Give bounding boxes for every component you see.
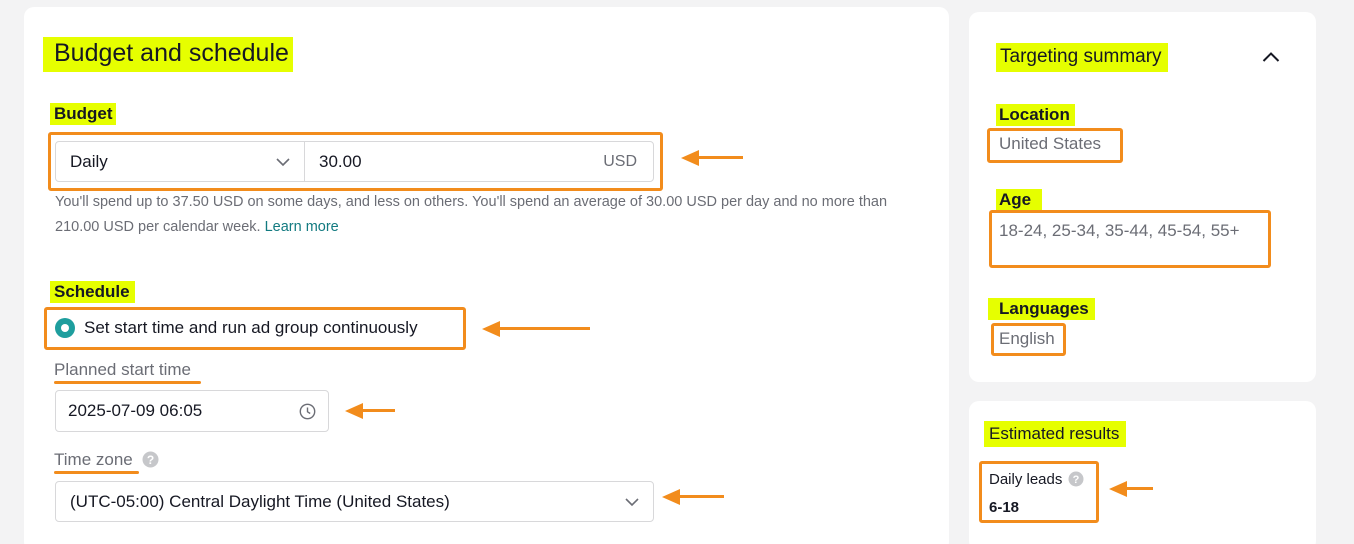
arrow-left-icon [482,321,590,337]
budget-label: Budget [50,103,116,125]
timezone-select[interactable]: (UTC-05:00) Central Daylight Time (Unite… [55,481,654,522]
clock-icon[interactable] [299,403,316,420]
languages-annotation-box [991,323,1066,356]
arrow-left-icon [681,150,743,166]
languages-label: Languages [988,298,1095,320]
arrow-left-icon [662,489,724,505]
budget-note: You'll spend up to 37.50 USD on some day… [55,194,888,235]
planned-start-input[interactable]: 2025-07-09 06:05 [55,390,329,432]
age-annotation-box [989,210,1271,268]
chevron-down-icon [625,498,639,507]
timezone-label: Time zone [54,450,133,469]
help-icon[interactable]: ? [142,451,159,468]
location-annotation-box [987,128,1123,163]
timezone-value: (UTC-05:00) Central Daylight Time (Unite… [70,491,450,511]
timezone-underline [54,471,139,474]
location-label: Location [996,104,1075,126]
planned-start-value: 2025-07-09 06:05 [68,401,203,420]
planned-start-label: Planned start time [54,360,192,379]
arrow-left-icon [345,403,395,419]
budget-annotation-box [48,132,663,191]
schedule-label: Schedule [50,281,135,303]
schedule-annotation-box [44,307,466,350]
chevron-up-icon[interactable] [1262,51,1280,63]
arrow-left-icon [1109,481,1153,497]
estimated-results-title: Estimated results [984,421,1127,447]
budget-schedule-card [24,7,949,544]
planned-start-underline [54,381,201,384]
budget-schedule-title: Budget and schedule [43,37,293,72]
daily-leads-annotation-box [979,461,1099,523]
targeting-summary-title: Targeting summary [996,43,1168,72]
age-label: Age [996,189,1043,211]
svg-text:?: ? [147,453,154,467]
learn-more-link[interactable]: Learn more [265,219,339,235]
